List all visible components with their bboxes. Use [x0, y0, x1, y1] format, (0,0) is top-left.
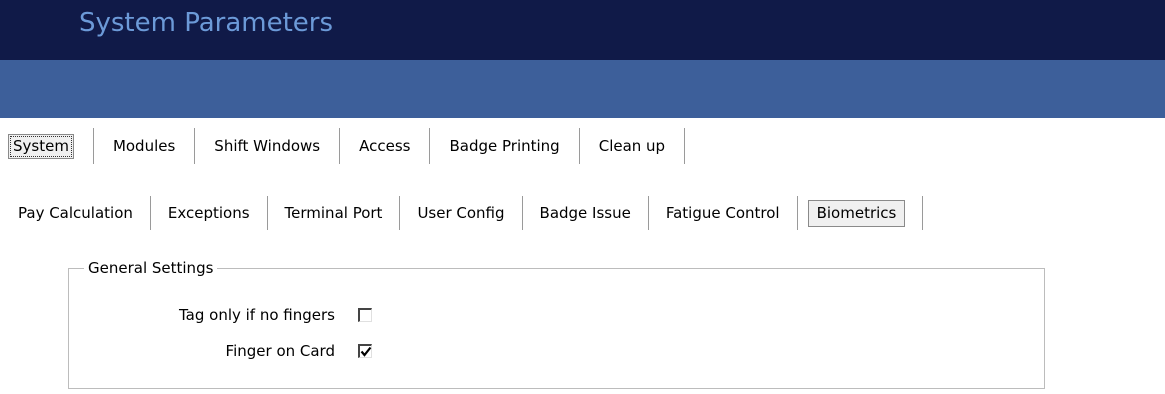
- tab-system[interactable]: System: [8, 128, 94, 164]
- main-tab-bar: System Modules Shift Windows Access Badg…: [8, 128, 686, 164]
- header-band: [0, 60, 1165, 118]
- tab-exceptions-label: Exceptions: [167, 203, 250, 222]
- tab-pay-calculation[interactable]: Pay Calculation: [18, 196, 151, 230]
- finger-on-card-label: Finger on Card: [225, 342, 335, 360]
- tag-only-if-no-fingers-checkbox[interactable]: [358, 308, 372, 322]
- tag-only-if-no-fingers-label: Tag only if no fingers: [178, 306, 335, 324]
- tab-badge-printing[interactable]: Badge Printing: [430, 128, 580, 164]
- tab-user-config[interactable]: User Config: [400, 196, 523, 230]
- tab-modules-label: Modules: [112, 136, 176, 155]
- general-settings-title: General Settings: [84, 259, 218, 277]
- tab-access[interactable]: Access: [340, 128, 431, 164]
- tab-shift-windows[interactable]: Shift Windows: [195, 128, 341, 164]
- tab-biometrics[interactable]: Biometrics: [798, 196, 924, 230]
- tab-pay-calculation-label: Pay Calculation: [18, 203, 133, 222]
- tab-terminal-port[interactable]: Terminal Port: [268, 196, 401, 230]
- tab-fatigue-control-label: Fatigue Control: [665, 203, 780, 222]
- window-title: System Parameters: [79, 8, 334, 38]
- tab-badge-issue[interactable]: Badge Issue: [523, 196, 649, 230]
- tab-access-label: Access: [359, 136, 411, 155]
- title-bar: System Parameters: [0, 0, 1165, 60]
- tab-clean-up[interactable]: Clean up: [580, 128, 686, 164]
- tab-exceptions[interactable]: Exceptions: [151, 196, 268, 230]
- tab-biometrics-label: Biometrics: [807, 199, 906, 227]
- tab-system-label: System: [8, 133, 74, 159]
- general-settings-group: [68, 268, 1045, 389]
- tab-badge-printing-label: Badge Printing: [449, 136, 560, 155]
- tab-user-config-label: User Config: [417, 203, 505, 222]
- tab-clean-up-label: Clean up: [598, 136, 666, 155]
- sub-tab-bar: Pay Calculation Exceptions Terminal Port…: [18, 196, 924, 230]
- tab-shift-windows-label: Shift Windows: [214, 136, 321, 155]
- finger-on-card-checkbox[interactable]: [358, 344, 372, 358]
- tab-terminal-port-label: Terminal Port: [284, 203, 383, 222]
- checkmark-icon: [360, 346, 372, 357]
- tab-fatigue-control[interactable]: Fatigue Control: [649, 196, 798, 230]
- tab-badge-issue-label: Badge Issue: [539, 203, 631, 222]
- tab-modules[interactable]: Modules: [94, 128, 196, 164]
